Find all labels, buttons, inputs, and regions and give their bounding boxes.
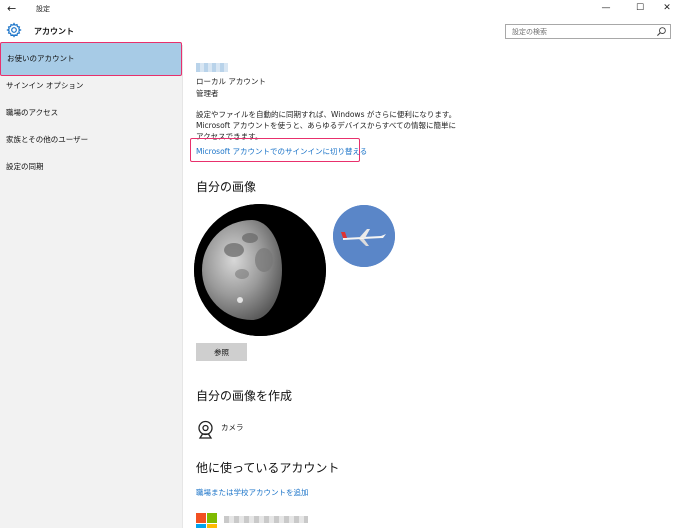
camera-label[interactable]: カメラ: [221, 422, 244, 433]
sidebar: お使いのアカウント サインイン オプション 職場のアクセス 家族とその他のユーザ…: [0, 42, 182, 528]
account-name-redacted: [196, 63, 228, 72]
account-type: ローカル アカウント: [196, 77, 266, 86]
microsoft-logo-icon: [196, 513, 218, 528]
sidebar-item-label: 家族とその他のユーザー: [6, 135, 89, 144]
profile-picture-current: [194, 204, 326, 336]
switch-to-microsoft-account-link[interactable]: Microsoft アカウントでのサインインに切り替える: [196, 146, 367, 157]
sidebar-item-label: サインイン オプション: [6, 81, 84, 90]
sidebar-item-family-other-users[interactable]: 家族とその他のユーザー: [0, 125, 182, 155]
search-placeholder: 設定の検索: [512, 28, 547, 36]
sidebar-item-sign-in-options[interactable]: サインイン オプション: [0, 71, 182, 101]
sidebar-item-label: 設定の同期: [6, 162, 44, 171]
your-picture-heading: 自分の画像: [196, 180, 257, 194]
browse-button[interactable]: 参照: [196, 343, 247, 361]
search-input[interactable]: 設定の検索: [505, 24, 671, 39]
sidebar-item-label: お使いのアカウント: [7, 54, 75, 63]
back-arrow-icon[interactable]: ←: [7, 2, 16, 15]
sidebar-item-label: 職場のアクセス: [6, 108, 59, 117]
maximize-button[interactable]: ☐: [630, 3, 650, 13]
account-role: 管理者: [196, 89, 219, 98]
switch-link-highlight: Microsoft アカウントでのサインインに切り替える: [190, 138, 367, 162]
gear-icon: [6, 22, 22, 38]
close-button[interactable]: ✕: [657, 3, 677, 13]
airplane-image: [333, 205, 395, 267]
title-bar: ← 設定 — ☐ ✕: [0, 0, 680, 18]
window-title: 設定: [36, 5, 50, 13]
webcam-icon[interactable]: [196, 420, 215, 440]
search-icon[interactable]: [656, 26, 667, 37]
page-title: アカウント: [34, 27, 74, 36]
add-work-school-account-link[interactable]: 職場または学校アカウントを追加: [196, 487, 309, 498]
minimize-button[interactable]: —: [596, 3, 616, 13]
profile-picture-alternate[interactable]: [333, 205, 395, 267]
create-picture-heading: 自分の画像を作成: [196, 389, 293, 403]
account-email-redacted: [224, 516, 308, 523]
moon-image: [194, 204, 326, 336]
other-accounts-heading: 他に使っているアカウント: [196, 461, 340, 475]
sidebar-item-work-access[interactable]: 職場のアクセス: [0, 98, 182, 128]
sidebar-item-sync-settings[interactable]: 設定の同期: [0, 152, 182, 182]
main-content: ローカル アカウント 管理者 設定やファイルを自動的に同期すれば、Windows…: [182, 45, 680, 528]
app-header: アカウント 設定の検索: [0, 18, 680, 45]
